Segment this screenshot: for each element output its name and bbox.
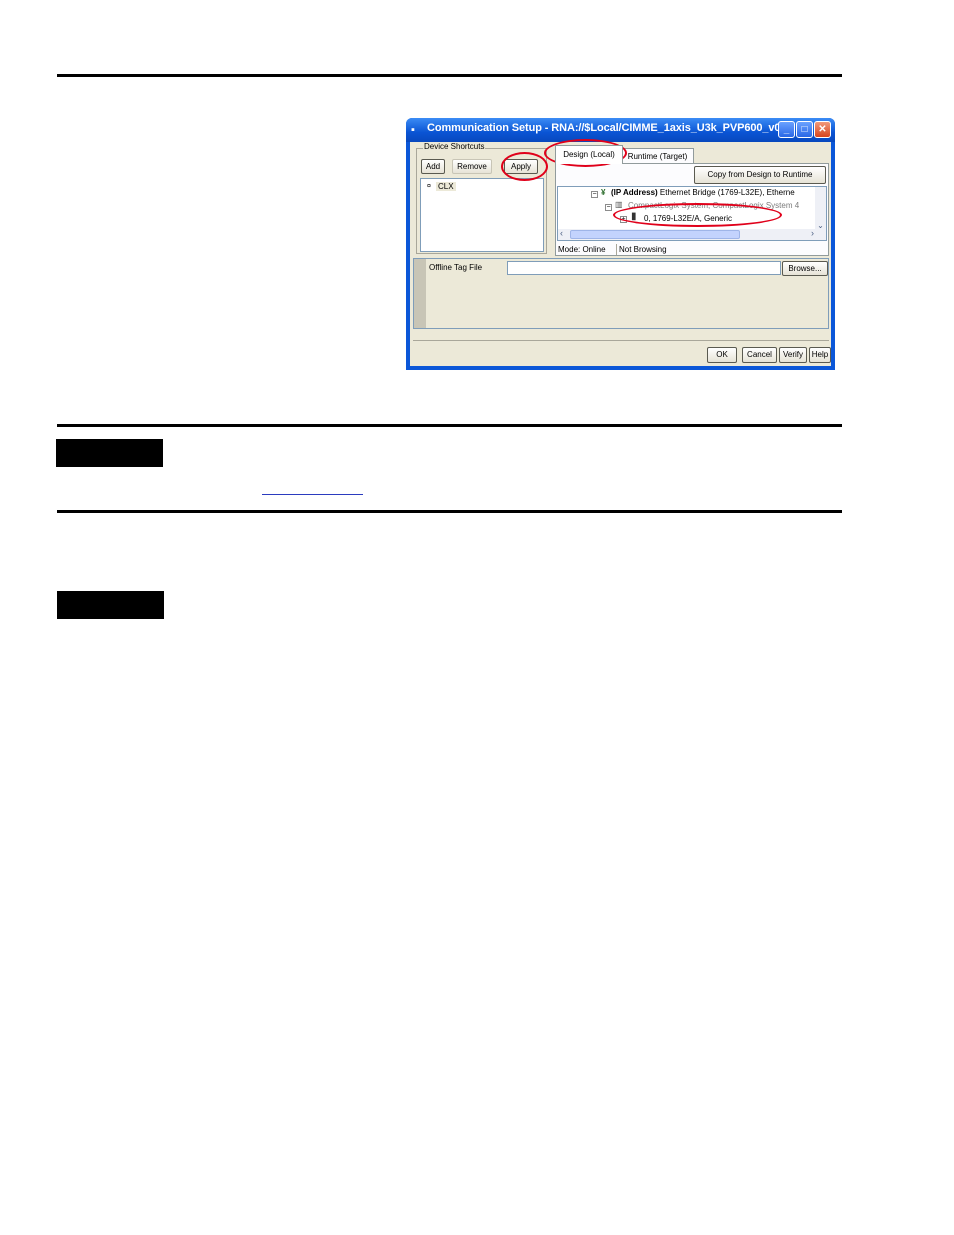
- footer-divider: [413, 340, 829, 341]
- copy-design-to-runtime-button[interactable]: Copy from Design to Runtime: [694, 166, 826, 184]
- tab-runtime-target[interactable]: Runtime (Target): [621, 148, 694, 164]
- note-label-block: [56, 439, 163, 467]
- offline-tag-input[interactable]: [507, 261, 781, 275]
- shortcut-item-icon: ¤: [427, 183, 431, 190]
- top-rule: [57, 74, 842, 77]
- tip-label-block: [57, 591, 164, 619]
- chassis-icon: ▥: [615, 200, 623, 209]
- remove-button[interactable]: Remove: [452, 159, 492, 174]
- tab-design-local[interactable]: Design (Local): [555, 145, 623, 164]
- status-browsing: Not Browsing: [619, 245, 667, 254]
- tree-collapse-node2[interactable]: −: [605, 204, 612, 211]
- scroll-right-icon[interactable]: ›: [811, 228, 814, 238]
- link-underline[interactable]: [262, 494, 363, 495]
- communication-setup-window: ▪ Communication Setup - RNA://$Local/CIM…: [406, 118, 835, 370]
- shortcuts-list[interactable]: ¤ CLX: [420, 178, 544, 252]
- tree-node-ip-address[interactable]: (IP Address) Ethernet Bridge (1769-L32E)…: [611, 188, 795, 197]
- device-shortcuts-label: Device Shortcuts: [423, 142, 486, 151]
- ok-button[interactable]: OK: [707, 347, 737, 363]
- offline-tag-label: Offline Tag File: [429, 263, 483, 272]
- tree-node-ip-label: (IP Address): [611, 188, 658, 197]
- tree-horizontal-scrollbar[interactable]: ‹ ›: [558, 228, 826, 240]
- help-button[interactable]: Help: [809, 347, 831, 363]
- app-icon: ▪: [411, 124, 415, 136]
- offline-tag-panel: Offline Tag File Browse...: [413, 258, 829, 329]
- lower-rule: [57, 510, 842, 513]
- status-mode: Mode: Online: [558, 245, 606, 254]
- controller-highlight-oval: [613, 203, 782, 227]
- scroll-thumb[interactable]: [570, 230, 740, 239]
- status-separator: [616, 244, 617, 255]
- tree-collapse-node1[interactable]: −: [591, 191, 598, 198]
- tree-node-ethernet-bridge: Ethernet Bridge (1769-L32E), Etherne: [659, 188, 795, 197]
- ethernet-icon: ¥: [601, 188, 606, 197]
- close-button[interactable]: ✕: [814, 121, 831, 138]
- offline-tag-gutter: [414, 259, 426, 328]
- browse-button[interactable]: Browse...: [782, 261, 828, 276]
- apply-highlight-oval: [501, 152, 548, 181]
- cancel-button[interactable]: Cancel: [742, 347, 777, 363]
- shortcut-item-clx[interactable]: CLX: [436, 182, 456, 191]
- window-title: Communication Setup - RNA://$Local/CIMME…: [427, 122, 790, 134]
- verify-button[interactable]: Verify: [779, 347, 807, 363]
- title-bar[interactable]: ▪ Communication Setup - RNA://$Local/CIM…: [406, 118, 835, 142]
- tree-vertical-scrollbar[interactable]: ⌄: [815, 187, 826, 231]
- add-button[interactable]: Add: [421, 159, 445, 174]
- minimize-button[interactable]: _: [778, 121, 795, 138]
- middle-rule: [57, 424, 842, 427]
- window-client-area: Device Shortcuts Add Remove Apply ¤ CLX …: [410, 139, 831, 366]
- scroll-left-icon[interactable]: ‹: [560, 228, 563, 238]
- maximize-button[interactable]: □: [796, 121, 813, 138]
